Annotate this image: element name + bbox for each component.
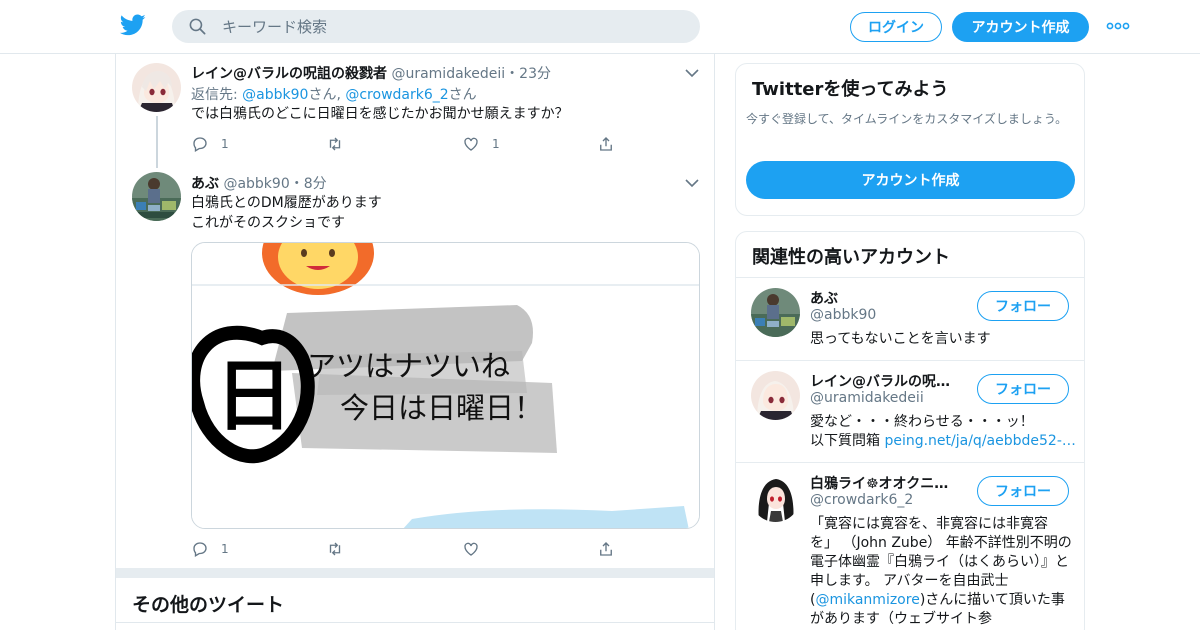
divider [116,622,714,623]
heart-icon [464,137,478,151]
like-button[interactable]: 1 [462,134,500,154]
account-name[interactable]: レイン@バラルの呪… [810,371,970,391]
retweet-icon [329,137,341,151]
tweet-author-name[interactable]: あぶ [191,176,219,192]
tweet-author-handle[interactable]: @abbk90 [223,176,289,192]
mention-link[interactable]: @crowdark6_2 [345,87,448,103]
create-account-button[interactable]: アカウント作成 [746,161,1075,199]
reply-button[interactable]: 1 [191,539,229,559]
tweet-author-name[interactable]: レイン@バラルの呪詛の殺戮者 [191,66,387,82]
reply-to-line: 返信先: @abbk90さん, @crowdark6_2さん [191,87,477,103]
tweet-reply[interactable]: レイン@バラルの呪詛の殺戮者 @uramidakedeii・23分 返信先: @… [116,54,714,168]
retweet-button[interactable] [326,134,344,154]
avatar[interactable] [132,63,181,112]
account-bio: 「寛容には寛容を、非寛容には非寛容を」 （John Zube） 年齢不詳性別不明… [810,516,1072,627]
retweet-button[interactable] [326,539,344,559]
tweet-timestamp[interactable]: ・8分 [290,176,327,192]
signup-promo-title: Twitterを使ってみよう [752,79,949,100]
media-text-line: 今日は日曜日！ [340,391,543,425]
account-handle[interactable]: @uramidakedeii [810,390,924,406]
tweet-header: あぶ @abbk90・8分 [191,173,327,193]
account-name[interactable]: あぶ [810,288,970,308]
related-accounts-card: 関連性の高いアカウント あぶ @abbk90 思ってもないことを言います フォロ… [735,231,1085,630]
section-separator [116,568,714,578]
account-bio: 愛など・・・終わらせる・・・ッ！ 以下質問箱 peing.net/ja/q/ae… [810,414,1076,449]
bio-link[interactable]: peing.net/ja/q/aebbde52-… [884,433,1075,449]
follow-button[interactable]: フォロー [977,476,1069,506]
main-timeline-column: レイン@バラルの呪詛の殺戮者 @uramidakedeii・23分 返信先: @… [115,54,715,630]
share-button[interactable] [597,134,615,154]
account-handle[interactable]: @abbk90 [810,307,876,323]
heart-icon [464,542,478,556]
bio-mention-link[interactable]: @mikanmizore [815,592,919,608]
search-icon [189,18,206,35]
tweet-header: レイン@バラルの呪詛の殺戮者 @uramidakedeii・23分 [191,63,551,83]
share-icon [600,542,612,556]
media-stamp-text: 日 [215,352,293,442]
chevron-down-icon[interactable] [685,178,699,188]
retweet-icon [329,542,341,556]
tweet-text-line: 白鴉氏とのDM履歴があります [191,195,382,211]
follow-button[interactable]: フォロー [977,374,1069,404]
like-button[interactable] [462,539,480,559]
tweet-actions: 1 1 [191,134,631,154]
reply-button[interactable]: 1 [191,134,229,154]
signup-button[interactable]: アカウント作成 [952,12,1089,42]
reply-icon [193,137,207,152]
more-dots-icon[interactable] [1105,15,1131,37]
avatar[interactable] [751,288,800,337]
mention-link[interactable]: @abbk90 [242,87,308,103]
login-button[interactable]: ログイン [850,12,942,42]
related-account-item[interactable]: あぶ @abbk90 思ってもないことを言います フォロー [736,278,1084,360]
thread-connector-line [156,116,158,168]
tweet-timestamp[interactable]: ・23分 [505,66,551,82]
follow-button[interactable]: フォロー [977,291,1069,321]
search-box[interactable] [172,10,700,43]
tweet-text-line: これがそのスクショです [191,215,345,231]
signup-promo-description: 今すぐ登録して、タイムラインをカスタマイズしましょう。 [746,112,1068,126]
tweet-actions: 1 [191,539,631,559]
account-name[interactable]: 白鴉ライ☸オオクニ… [810,473,970,493]
account-handle[interactable]: @crowdark6_2 [810,492,913,508]
related-account-item[interactable]: 白鴉ライ☸オオクニ… @crowdark6_2 「寛容には寛容を、非寛容には非寛… [736,463,1084,630]
chevron-down-icon[interactable] [685,68,699,78]
avatar[interactable] [751,371,800,420]
reply-icon [193,542,207,557]
top-navigation-bar: ログイン アカウント作成 [0,0,1200,54]
twitter-bird-icon[interactable] [119,12,147,38]
account-bio: 思ってもないことを言います [810,331,991,347]
search-input[interactable] [222,16,682,38]
share-icon [600,137,612,151]
media-text-line: アツはナツいね [307,349,510,383]
tweet-media-image[interactable]: 日 アツはナツいね 今日は日曜日！ [191,242,700,529]
signup-promo-card: Twitterを使ってみよう 今すぐ登録して、タイムラインをカスタマイズしましょ… [735,63,1085,216]
related-account-item[interactable]: レイン@バラルの呪… @uramidakedeii 愛など・・・終わらせる・・・… [736,361,1084,462]
related-accounts-title: 関連性の高いアカウント [752,247,950,268]
avatar[interactable] [751,473,800,522]
other-tweets-heading: その他のツイート [132,594,285,616]
tweet-author-handle[interactable]: @uramidakedeii [391,66,505,82]
share-button[interactable] [597,539,615,559]
avatar[interactable] [132,172,181,221]
tweet-text: では白鴉氏のどこに日曜日を感じたかお聞かせ願えますか？ [191,106,569,122]
